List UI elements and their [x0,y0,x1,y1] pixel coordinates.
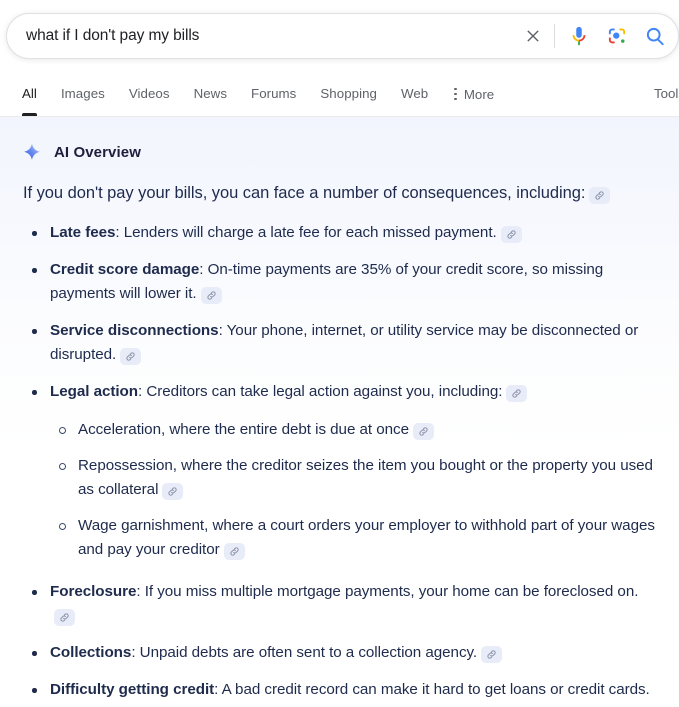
more-menu-button[interactable]: More [444,72,504,116]
list-item-text: : A bad credit record can make it hard t… [214,681,650,698]
citation-chip[interactable] [200,287,222,304]
citation-chip[interactable] [506,385,528,402]
citation-chip[interactable] [54,609,75,626]
voice-search-button[interactable] [560,17,598,55]
search-input[interactable] [7,27,514,45]
sub-list-item: Repossession, where the creditor seizes … [50,454,663,502]
tab-images[interactable]: Images [49,72,117,116]
sparkle-icon [24,143,40,160]
ai-overview-body: If you don't pay your bills, you can fac… [0,180,679,707]
ai-overview-header: AI Overview [0,117,679,163]
citation-chip[interactable] [481,646,503,663]
legal-action-sublist: Acceleration, where the entire debt is d… [50,418,663,562]
link-icon [487,650,496,659]
lens-search-button[interactable] [598,17,636,55]
link-icon [507,230,516,239]
link-icon [206,291,216,300]
list-item: Service disconnections: Your phone, inte… [23,319,663,367]
ai-overview-intro-text: If you don't pay your bills, you can fac… [23,184,586,202]
link-icon [126,352,135,361]
list-item: Collections: Unpaid debts are often sent… [23,641,663,665]
list-item-term: Late fees [50,224,116,241]
link-icon [60,613,69,622]
list-item-term: Foreclosure [50,583,137,600]
link-icon [168,487,177,496]
list-item: Late fees: Lenders will charge a late fe… [23,221,663,245]
consequences-list: Late fees: Lenders will charge a late fe… [23,221,663,707]
list-item-term: Difficulty getting credit [50,681,215,698]
citation-chip[interactable] [162,483,184,500]
list-item: Foreclosure: If you miss multiple mortga… [23,580,663,628]
sub-list-item-text: Acceleration, where the entire debt is d… [78,421,409,438]
tools-button[interactable]: Tools [654,72,679,116]
search-submit-button[interactable] [636,17,674,55]
sub-list-item-text: Wage garnishment, where a court orders y… [78,517,655,558]
google-lens-icon [608,28,626,44]
clear-search-button[interactable] [514,17,552,55]
list-item-text: : Lenders will charge a late fee for eac… [115,224,497,241]
search-actions [514,14,678,58]
ai-overview-title: AI Overview [54,143,141,161]
tab-forums[interactable]: Forums [239,72,308,116]
three-dots-icon [454,87,457,101]
nav-tabs: All Images Videos News Forums Shopping W… [18,72,679,116]
citation-chip[interactable] [589,187,611,204]
microphone-icon [572,26,586,46]
list-item-text: : Unpaid debts are often sent to a colle… [131,644,478,661]
sub-list-item: Acceleration, where the entire debt is d… [50,418,663,442]
link-icon [512,389,522,398]
list-item: Credit score damage: On-time payments ar… [23,258,663,306]
search-divider [554,24,555,48]
search-box[interactable] [6,13,679,59]
list-item-term: Credit score damage [50,261,200,278]
citation-chip[interactable] [223,543,245,560]
list-item: Legal action: Creditors can take legal a… [23,380,663,562]
link-icon [419,427,428,436]
list-item: Difficulty getting credit: A bad credit … [23,678,663,707]
list-item-term: Service disconnections [50,322,219,339]
tab-shopping[interactable]: Shopping [308,72,389,116]
link-icon [595,191,605,200]
ai-overview-intro: If you don't pay your bills, you can fac… [23,180,663,207]
search-icon [646,27,664,46]
tab-news[interactable]: News [182,72,239,116]
citation-chip[interactable] [500,226,522,243]
search-header [0,0,679,72]
list-item-term: Legal action [50,383,139,400]
sub-list-item: Wage garnishment, where a court orders y… [50,514,663,562]
citation-chip[interactable] [413,423,434,440]
ai-overview-panel: AI Overview If you don't pay your bills,… [0,117,679,707]
tab-web[interactable]: Web [389,72,440,116]
tab-all[interactable]: All [18,72,49,116]
tab-videos[interactable]: Videos [117,72,182,116]
citation-chip[interactable] [120,348,142,365]
list-item-term: Collections [50,644,132,661]
link-icon [230,547,239,556]
close-icon [527,30,539,42]
list-item-text: : If you miss multiple mortgage payments… [136,583,639,600]
list-item-text: : Creditors can take legal action agains… [138,383,503,400]
search-nav-bar: All Images Videos News Forums Shopping W… [0,72,679,117]
more-menu-label: More [463,86,495,102]
